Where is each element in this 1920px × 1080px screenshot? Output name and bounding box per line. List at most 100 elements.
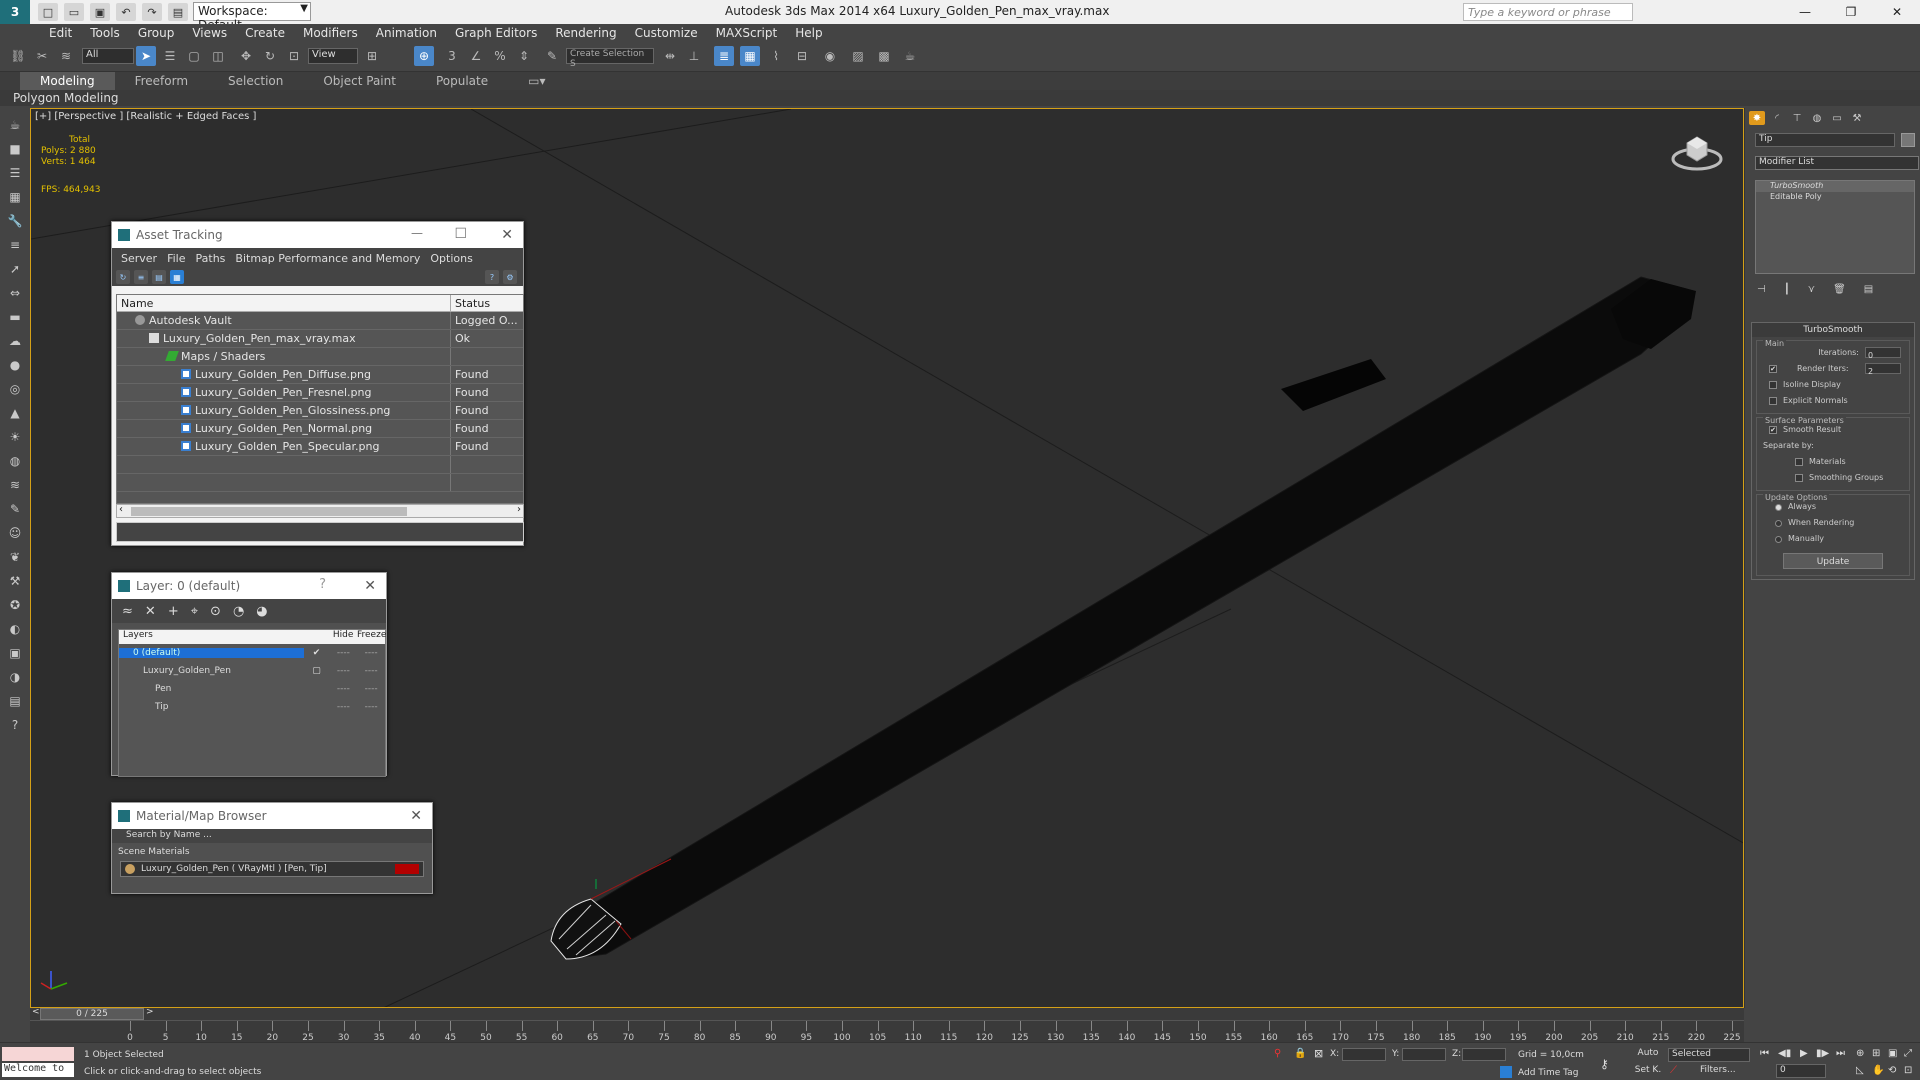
column-name[interactable]: Name bbox=[117, 295, 451, 311]
scale-icon[interactable]: ⊡ bbox=[284, 46, 304, 66]
restore-icon[interactable]: ❐ bbox=[1828, 0, 1874, 24]
isolate-icon[interactable]: ⚲ bbox=[1274, 1048, 1281, 1059]
undo-icon[interactable]: ↶ bbox=[116, 3, 136, 21]
menu-graph-editors[interactable]: Graph Editors bbox=[446, 24, 546, 42]
motion-tab-icon[interactable]: ◍ bbox=[1809, 111, 1825, 125]
menu-help[interactable]: Help bbox=[786, 24, 831, 42]
make-unique-icon[interactable]: ⋎ bbox=[1808, 284, 1815, 295]
goto-end-icon[interactable]: ⏭ bbox=[1836, 1048, 1845, 1059]
delete-layer-icon[interactable]: ✕ bbox=[145, 604, 156, 619]
sun-icon[interactable]: ☀ bbox=[4, 428, 26, 446]
material-ball-icon[interactable]: ◐ bbox=[4, 620, 26, 638]
highlight-layer-icon[interactable]: ⊙ bbox=[210, 604, 221, 619]
refresh-icon[interactable]: ↻ bbox=[116, 270, 130, 284]
iterations-spinner[interactable]: 0 bbox=[1865, 347, 1901, 360]
cloud-icon[interactable]: ☁ bbox=[4, 332, 26, 350]
leaf-icon[interactable]: ❦ bbox=[4, 548, 26, 566]
modifier-list-dropdown[interactable]: Modifier List bbox=[1755, 156, 1919, 170]
redo-icon[interactable]: ↷ bbox=[142, 3, 162, 21]
turbosmooth-rollout-title[interactable]: TurboSmooth bbox=[1752, 323, 1914, 337]
z-coordinate-field[interactable] bbox=[1462, 1048, 1506, 1061]
object-color-swatch[interactable] bbox=[1901, 133, 1915, 147]
table-row[interactable]: Luxury_Golden_Pen_Glossiness.png Found bbox=[117, 402, 523, 420]
configure-modifier-sets-icon[interactable]: ▤ bbox=[1864, 284, 1873, 295]
layer-manager-title-bar[interactable]: Layer: 0 (default) ? ✕ bbox=[112, 573, 386, 599]
close-icon[interactable]: ✕ bbox=[1874, 0, 1920, 24]
manually-radio[interactable] bbox=[1775, 535, 1782, 543]
wrench-icon[interactable]: 🔧 bbox=[4, 212, 26, 230]
hierarchy-tab-icon[interactable]: ⊤ bbox=[1789, 111, 1805, 125]
menu-rendering[interactable]: Rendering bbox=[546, 24, 625, 42]
chevron-right-icon[interactable]: > bbox=[146, 1007, 154, 1017]
chevron-right-icon[interactable]: › bbox=[517, 504, 521, 515]
table-row[interactable]: Luxury_Golden_Pen_max_vray.max Ok bbox=[117, 330, 523, 348]
utilities-tab-icon[interactable]: ⚒ bbox=[1849, 111, 1865, 125]
menu-animation[interactable]: Animation bbox=[367, 24, 446, 42]
menu-bitmap-performance[interactable]: Bitmap Performance and Memory bbox=[230, 252, 425, 265]
pin-stack-icon[interactable]: ⊣ bbox=[1757, 284, 1766, 295]
y-coordinate-field[interactable] bbox=[1402, 1048, 1446, 1061]
menu-options[interactable]: Options bbox=[425, 252, 477, 265]
material-editor-icon[interactable]: ◉ bbox=[820, 46, 840, 66]
people-icon[interactable]: ☺ bbox=[4, 524, 26, 542]
rect-selection-icon[interactable]: ▢ bbox=[184, 46, 204, 66]
smooth-result-checkbox[interactable]: ✔ bbox=[1769, 426, 1777, 434]
maxscript-listener-output[interactable]: Welcome to bbox=[2, 1063, 74, 1077]
link-icon[interactable]: ⛓ bbox=[8, 46, 28, 66]
help-icon[interactable]: ? bbox=[319, 577, 326, 592]
menu-edit[interactable]: Edit bbox=[40, 24, 81, 42]
update-button[interactable]: Update bbox=[1783, 553, 1883, 569]
percent-snap-icon[interactable]: % bbox=[490, 46, 510, 66]
menu-create[interactable]: Create bbox=[236, 24, 294, 42]
asset-path-field[interactable] bbox=[116, 522, 524, 542]
menu-file[interactable]: File bbox=[162, 252, 190, 265]
cone-icon[interactable]: ▲ bbox=[4, 404, 26, 422]
polygon-modeling-label[interactable]: Polygon Modeling bbox=[13, 91, 119, 105]
x-coordinate-field[interactable] bbox=[1342, 1048, 1386, 1061]
new-file-icon[interactable]: □ bbox=[38, 3, 58, 21]
tab-modeling[interactable]: Modeling bbox=[20, 72, 115, 90]
menu-customize[interactable]: Customize bbox=[626, 24, 707, 42]
table-row[interactable]: Luxury_Golden_Pen_Fresnel.png Found bbox=[117, 384, 523, 402]
layer-row[interactable]: Pen ---- ---- bbox=[119, 680, 385, 698]
layer-hide-toggle[interactable]: ---- bbox=[329, 702, 357, 712]
lock-icon[interactable]: 🔒 bbox=[1294, 1048, 1306, 1059]
chevron-left-icon[interactable]: ‹ bbox=[119, 504, 123, 515]
scene-materials-header[interactable]: Scene Materials bbox=[112, 847, 432, 859]
layers-icon[interactable]: ≡ bbox=[4, 236, 26, 254]
close-icon[interactable]: ✕ bbox=[501, 227, 513, 243]
freeze-all-icon[interactable]: ◕ bbox=[256, 604, 267, 619]
graphite-toggle-icon[interactable]: ▦ bbox=[740, 46, 760, 66]
table-view-icon[interactable]: ▦ bbox=[170, 270, 184, 284]
pan-icon[interactable]: ✋ bbox=[1872, 1065, 1884, 1076]
column-status[interactable]: Status bbox=[451, 295, 519, 311]
close-icon[interactable]: ✕ bbox=[364, 578, 376, 594]
show-end-result-icon[interactable]: ┃ bbox=[1784, 284, 1790, 295]
chevron-left-icon[interactable]: < bbox=[32, 1007, 40, 1017]
maxscript-mini-listener[interactable] bbox=[2, 1047, 74, 1061]
modifier-stack-item[interactable]: TurboSmooth bbox=[1756, 181, 1914, 192]
track-bar[interactable]: 0 5 10 15 20 25 30 35 40 45 50 55 60 65 70 75 80 85 90 95 10… bbox=[30, 1020, 1744, 1043]
save-icon[interactable]: ▣ bbox=[90, 3, 110, 21]
tab-populate[interactable]: Populate bbox=[416, 72, 508, 90]
schematic-view-icon[interactable]: ⊟ bbox=[792, 46, 812, 66]
render-icon[interactable]: ▣ bbox=[4, 644, 26, 662]
table-row[interactable]: Luxury_Golden_Pen_Normal.png Found bbox=[117, 420, 523, 438]
horizontal-scrollbar[interactable]: ‹ › bbox=[116, 504, 524, 518]
zoom-all-icon[interactable]: ⊞ bbox=[1872, 1048, 1880, 1059]
tab-object-paint[interactable]: Object Paint bbox=[303, 72, 416, 90]
remove-modifier-icon[interactable]: 🗑 bbox=[1833, 284, 1846, 295]
layer-row[interactable]: Luxury_Golden_Pen ▢ ---- ---- bbox=[119, 662, 385, 680]
detail-view-icon[interactable]: ▤ bbox=[152, 270, 166, 284]
select-object-icon[interactable]: ➤ bbox=[136, 46, 156, 66]
minimize-icon[interactable]: — bbox=[1782, 0, 1828, 24]
table-row[interactable]: Luxury_Golden_Pen_Specular.png Found bbox=[117, 438, 523, 456]
time-slider[interactable]: < 0 / 225 > bbox=[30, 1007, 1744, 1020]
table-row[interactable]: Maps / Shaders bbox=[117, 348, 523, 366]
render-production-icon[interactable]: ☕ bbox=[900, 46, 920, 66]
add-layer-icon[interactable]: + bbox=[168, 604, 179, 619]
table-row[interactable]: Autodesk Vault Logged O... bbox=[117, 312, 523, 330]
display-tab-icon[interactable]: ▭ bbox=[1829, 111, 1845, 125]
asset-tracking-title-bar[interactable]: Asset Tracking — ☐ ✕ bbox=[112, 222, 523, 248]
unlink-icon[interactable]: ✂ bbox=[32, 46, 52, 66]
